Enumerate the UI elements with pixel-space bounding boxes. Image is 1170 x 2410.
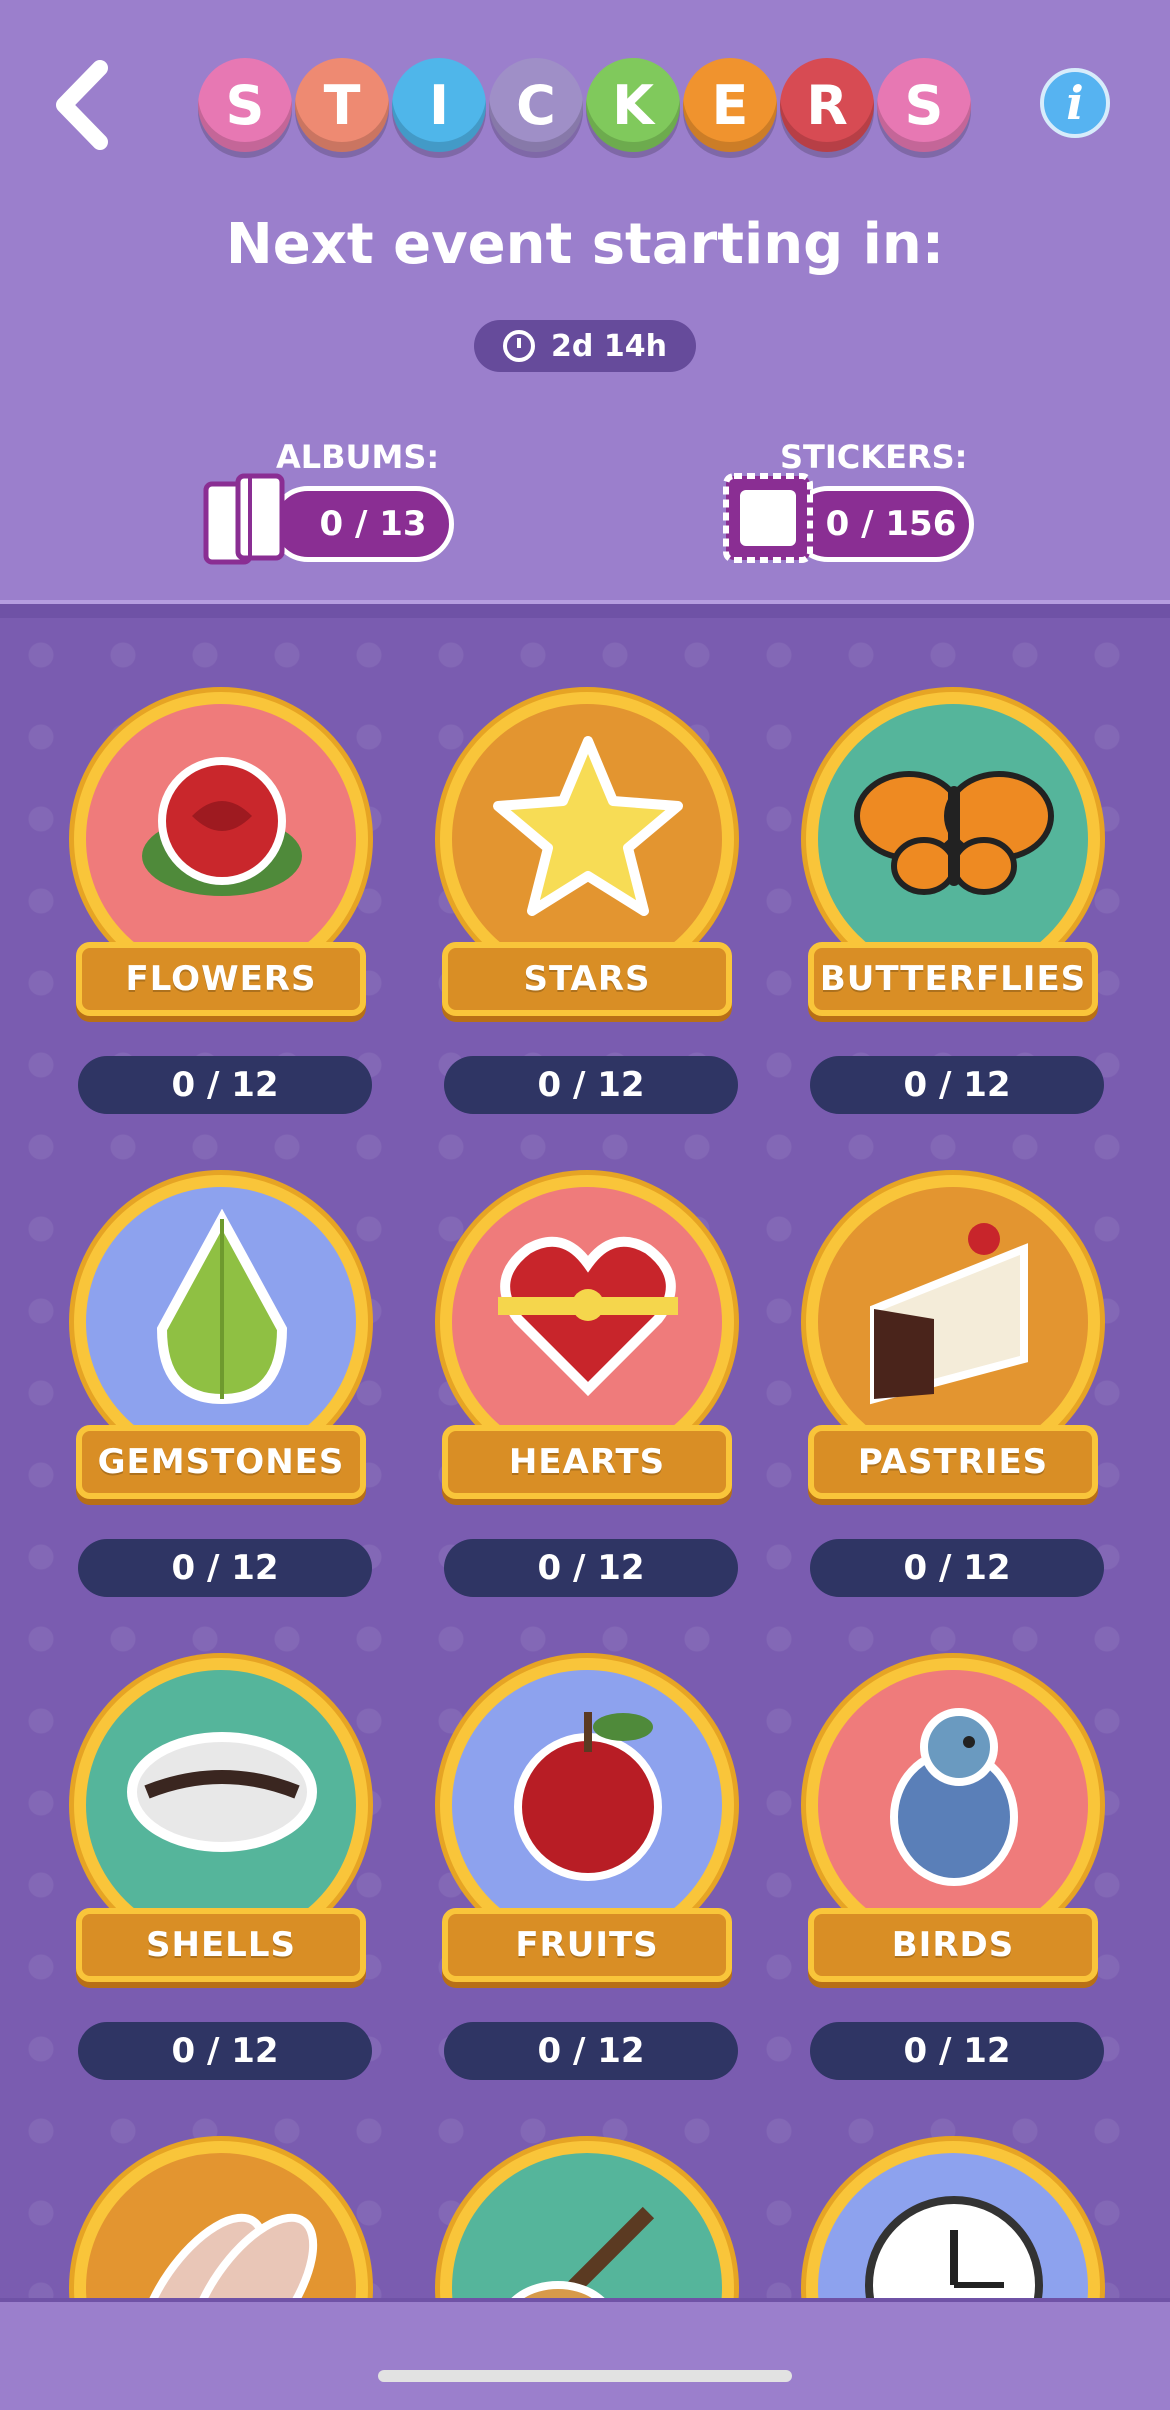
album-cover[interactable] (806, 2141, 1100, 2298)
ballet-shoes-icon (136, 2213, 318, 2298)
title-letter-ball: T (295, 58, 389, 152)
album-progress: 0 / 12 (444, 1539, 738, 1597)
apple-icon (514, 1712, 662, 1881)
star-icon (493, 736, 683, 916)
album-grid: FLOWERS 0 / 12 STARS 0 / 12 BUTTERFLIES 0 / 1… (0, 614, 1170, 2298)
info-button[interactable]: i (1040, 68, 1110, 138)
album-progress: 0 / 12 (810, 1539, 1104, 1597)
title-letter-ball: E (683, 58, 777, 152)
stickers-title: STICKERS (198, 58, 974, 158)
album-progress: 0 / 12 (810, 1056, 1104, 1114)
bottom-bar (0, 2298, 1170, 2410)
album-label[interactable]: GEMSTONES (76, 1425, 366, 1499)
title-letter-ball: S (877, 58, 971, 152)
next-event-text: Next event starting in: (225, 212, 945, 277)
sticker-stamp-icon (723, 473, 813, 563)
stickers-counter: 0 / 156 (790, 486, 974, 562)
album-label[interactable]: SHELLS (76, 1908, 366, 1982)
cake-icon (870, 1223, 1028, 1405)
event-timer: 2d 14h (474, 320, 696, 372)
back-button[interactable] (52, 60, 112, 150)
guitar-icon (511, 2206, 655, 2298)
album-cover[interactable] (440, 2141, 734, 2298)
album-cover[interactable] (74, 2141, 368, 2298)
album-label[interactable]: PASTRIES (808, 1425, 1098, 1499)
title-letter-ball: C (489, 58, 583, 152)
album-label[interactable]: FLOWERS (76, 942, 366, 1016)
title-letter-ball: I (392, 58, 486, 152)
album-progress: 0 / 12 (444, 2022, 738, 2080)
album-label[interactable]: STARS (442, 942, 732, 1016)
album-label[interactable]: BUTTERFLIES (808, 942, 1098, 1016)
album-progress: 0 / 12 (78, 1539, 372, 1597)
heart-icon (498, 1236, 678, 1397)
albums-counter: 0 / 13 (270, 486, 454, 562)
title-letter-ball: S (198, 58, 292, 152)
stopwatch-icon (503, 330, 536, 362)
title-letter-ball: R (780, 58, 874, 152)
butterfly-icon (854, 771, 1054, 895)
albums-label: ALBUMS: (276, 438, 440, 476)
title-letter-ball: K (586, 58, 680, 152)
album-progress: 0 / 12 (810, 2022, 1104, 2080)
album-label[interactable]: FRUITS (442, 1908, 732, 1982)
album-progress: 0 / 12 (78, 2022, 372, 2080)
shell-icon (127, 1732, 317, 1852)
albums-icon (203, 473, 285, 565)
album-progress: 0 / 12 (444, 1056, 738, 1114)
album-progress: 0 / 12 (78, 1056, 372, 1114)
timer-value: 2d 14h (551, 328, 667, 364)
home-indicator[interactable] (378, 2370, 792, 2382)
rose-icon (142, 757, 302, 896)
gemstone-icon (156, 1209, 288, 1405)
album-label[interactable]: BIRDS (808, 1908, 1098, 1982)
album-label[interactable]: HEARTS (442, 1425, 732, 1499)
bird-icon (890, 1708, 1018, 1886)
clock-icon (865, 2196, 1043, 2298)
info-icon: i (1066, 76, 1084, 130)
